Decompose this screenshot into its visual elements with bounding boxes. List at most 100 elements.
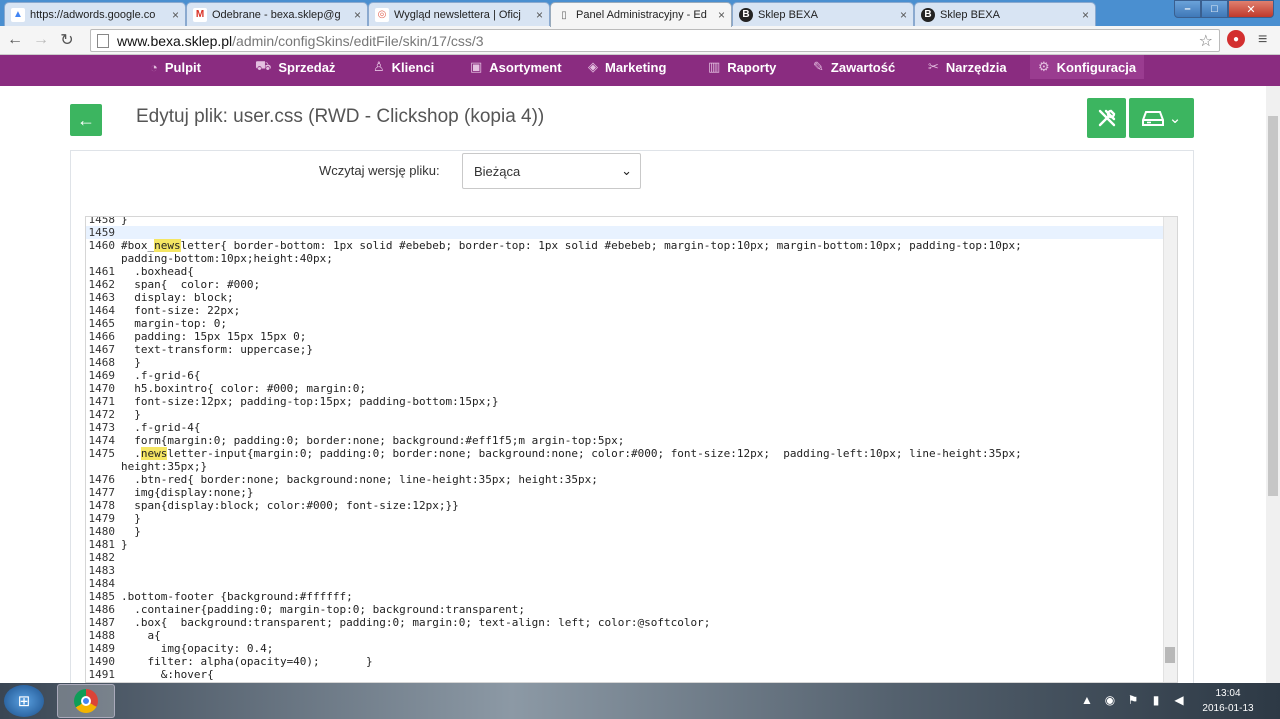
code-line[interactable]: 1459 (86, 226, 1164, 239)
code-line[interactable]: 1489 img{opacity: 0.4; (86, 642, 1164, 655)
nav-item-5[interactable]: ▥ Raporty (708, 55, 776, 79)
code-line[interactable]: 1487 .box{ background:transparent; paddi… (86, 616, 1164, 629)
code-line[interactable]: 1474 form{margin:0; padding:0; border:no… (86, 434, 1164, 447)
nav-item-4[interactable]: ◈ Marketing (588, 55, 666, 79)
code-line[interactable]: 1481} (86, 538, 1164, 551)
code-line[interactable]: padding-bottom:10px;height:40px; (86, 252, 1164, 265)
browser-tab[interactable]: ▯ Panel Administracyjny - Ed × (550, 2, 732, 27)
code-line[interactable]: 1479 } (86, 512, 1164, 525)
line-text: display: block; (121, 291, 234, 304)
nav-item-8[interactable]: ⚙ Konfiguracja (1030, 55, 1145, 79)
start-button[interactable]: ⊞ (4, 685, 44, 717)
nav-item-6[interactable]: ✎ Zawartość (813, 55, 895, 79)
close-tab-icon[interactable]: × (1082, 8, 1089, 22)
taskbar-chrome-button[interactable] (57, 684, 115, 718)
nav-item-3[interactable]: ▣ Asortyment (470, 55, 562, 79)
line-text: .btn-red{ border:none; background:none; … (121, 473, 598, 486)
code-line[interactable]: 1475 .newsletter-input{margin:0; padding… (86, 447, 1164, 460)
minimize-button[interactable]: – (1174, 0, 1201, 18)
line-number: 1479 (88, 512, 116, 525)
code-line[interactable]: 1470 h5.boxintro{ color: #000; margin:0; (86, 382, 1164, 395)
maximize-button[interactable]: □ (1201, 0, 1228, 18)
line-text (121, 564, 1164, 577)
tab-title: Wygląd newslettera | Oficj (394, 8, 521, 21)
address-bar[interactable]: www.bexa.sklep.pl/admin/configSkins/edit… (90, 29, 1220, 52)
code-editor[interactable]: 1458} 1459 1460 #box_newsletter{ border-bot… (85, 216, 1178, 683)
page-scrollbar[interactable] (1266, 86, 1280, 683)
code-line[interactable]: 1472 } (86, 408, 1164, 421)
nav-item-0[interactable]: ◔ Pulpit (150, 55, 201, 79)
line-text: } (121, 216, 128, 226)
reload-icon[interactable]: ↻ (56, 29, 78, 51)
close-window-button[interactable]: ✕ (1228, 0, 1274, 18)
line-number: 1468 (88, 356, 116, 369)
code-line[interactable]: 1485 .bottom-footer {background:#ffffff; (86, 590, 1164, 603)
code-line[interactable]: 1461 .boxhead{ (86, 265, 1164, 278)
system-clock[interactable]: 13:04 2016-01-13 (1198, 686, 1258, 716)
code-line[interactable]: 1462 span{ color: #000; (86, 278, 1164, 291)
adblock-extension-icon[interactable]: ● (1227, 30, 1245, 48)
code-line[interactable]: 1466 padding: 15px 15px 15px 0; (86, 330, 1164, 343)
code-line[interactable]: 1486 .container{padding:0; margin-top:0;… (86, 603, 1164, 616)
line-number: 1485 (88, 590, 116, 603)
code-line[interactable]: 1490 filter: alpha(opacity=40); } (86, 655, 1164, 668)
code-line[interactable]: 1473 .f-grid-4{ (86, 421, 1164, 434)
nav-item-7[interactable]: ✂ Narzędzia (928, 55, 1007, 79)
nav-item-label: Asortyment (489, 59, 562, 75)
code-line[interactable]: 1488 a{ (86, 629, 1164, 642)
editor-scroll-thumb[interactable] (1165, 647, 1175, 663)
nav-item-label: Marketing (605, 59, 667, 75)
gauge-icon: ◔ (150, 59, 158, 75)
nav-item-1[interactable]: ⛟ Sprzedaż (255, 55, 335, 79)
code-line[interactable]: 1469 .f-grid-6{ (86, 369, 1164, 382)
code-line[interactable]: 1491 &:hover{ (86, 668, 1164, 681)
code-line[interactable]: 1477 img{display:none;} (86, 486, 1164, 499)
chrome-menu-icon[interactable]: ≡ (1258, 31, 1267, 49)
bookmark-star-icon[interactable]: ☆ (1199, 31, 1213, 51)
code-line[interactable]: 1458} (86, 216, 1164, 226)
close-tab-icon[interactable]: × (172, 8, 179, 22)
network-icon[interactable]: ▮ (1149, 693, 1163, 707)
code-line[interactable]: 1471 font-size:12px; padding-top:15px; p… (86, 395, 1164, 408)
back-button[interactable]: ← (70, 104, 102, 136)
close-tab-icon[interactable]: × (354, 8, 361, 22)
code-line[interactable]: 1480 } (86, 525, 1164, 538)
tools-button[interactable] (1087, 98, 1126, 138)
gear-icon: ⚙ (1038, 59, 1050, 74)
tray-expand-icon[interactable]: ▲ (1080, 693, 1094, 707)
editor-scrollbar[interactable] (1163, 217, 1177, 682)
tray-app-icon[interactable]: ◉ (1103, 693, 1117, 707)
browser-tab[interactable]: B Sklep BEXA × (914, 2, 1096, 26)
code-line[interactable]: 1464 font-size: 22px; (86, 304, 1164, 317)
code-line[interactable]: 1468 } (86, 356, 1164, 369)
version-select[interactable]: Bieżąca ⌄ (462, 153, 641, 189)
code-line[interactable]: 1476 .btn-red{ border:none; background:n… (86, 473, 1164, 486)
code-line[interactable]: 1482 (86, 551, 1164, 564)
code-line[interactable]: 1465 margin-top: 0; (86, 317, 1164, 330)
save-dropdown-button[interactable]: ⌄ (1129, 98, 1194, 138)
back-arrow-icon[interactable]: ← (4, 29, 26, 51)
url-path: /admin/configSkins/editFile/skin/17/css/… (232, 32, 484, 49)
line-text: } (121, 408, 141, 421)
close-tab-icon[interactable]: × (900, 8, 907, 22)
code-line[interactable]: 1478 span{display:block; color:#000; fon… (86, 499, 1164, 512)
browser-tab[interactable]: M Odebrane - bexa.sklep@g × (186, 2, 368, 26)
code-line[interactable]: 1463 display: block; (86, 291, 1164, 304)
code-line[interactable]: 1460 #box_newsletter{ border-bottom: 1px … (86, 239, 1164, 252)
browser-toolbar: ← → ↻ www.bexa.sklep.pl/admin/configSkin… (0, 26, 1280, 55)
browser-tab[interactable]: ▲ https://adwords.google.co × (4, 2, 186, 26)
browser-tab[interactable]: ◎ Wygląd newslettera | Oficj × (368, 2, 550, 26)
code-line[interactable]: height:35px;} (86, 460, 1164, 473)
forward-arrow-icon[interactable]: → (30, 29, 52, 51)
volume-icon[interactable]: ◀ (1172, 693, 1186, 707)
nav-item-2[interactable]: ♙ Klienci (373, 55, 434, 79)
action-center-icon[interactable]: ⚑ (1126, 693, 1140, 707)
close-tab-icon[interactable]: × (718, 8, 725, 22)
close-tab-icon[interactable]: × (536, 8, 543, 22)
code-line[interactable]: 1467 text-transform: uppercase;} (86, 343, 1164, 356)
code-line[interactable]: 1484 (86, 577, 1164, 590)
code-line[interactable]: 1483 (86, 564, 1164, 577)
line-text: .f-grid-4{ (121, 421, 201, 434)
page-scroll-thumb[interactable] (1268, 116, 1278, 496)
browser-tab[interactable]: B Sklep BEXA × (732, 2, 914, 26)
